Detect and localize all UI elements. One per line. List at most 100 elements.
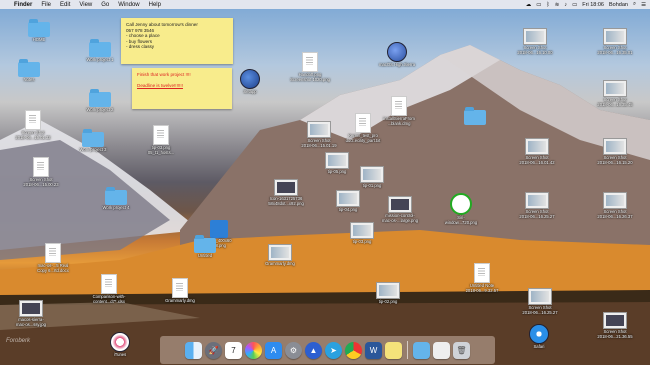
desktop-file-mission-control[interactable]: mission-control- mac-os-...large.png (377, 196, 423, 224)
menu-view[interactable]: View (79, 2, 92, 8)
icon-label: tip-03.png (352, 239, 372, 244)
menu-bar: Finder File Edit View Go Window Help ☁ ▭… (0, 0, 650, 9)
desktop-file-screenshot-r4[interactable]: Screen Shot 2018-06...16.01.42 (514, 138, 560, 166)
menu-edit[interactable]: Edit (60, 2, 70, 8)
word-icon[interactable]: W (365, 341, 382, 359)
menubar-user[interactable]: Bohdan (609, 2, 628, 8)
setapp-dock-icon[interactable]: ▲ (305, 341, 322, 359)
desktop-file-screenshot-1[interactable]: Screen Shot 2018-06...15.01.32 (10, 110, 56, 141)
battery-icon[interactable]: ▭ (572, 2, 577, 8)
desktop-app-safari[interactable]: Safari (516, 324, 562, 350)
airplay-icon[interactable]: ▭ (536, 2, 541, 8)
status-area: ☁ ▭ ᛒ ≋ ♪ ▭ Fri 18:06 Bohdan ⌕ ☰ (526, 0, 646, 9)
icon-label: Work project 3 (79, 147, 107, 152)
image-file-icon (350, 222, 374, 239)
sticky-note-dinner[interactable]: Call Jenny about tomorrow's dinner 057 9… (121, 18, 233, 64)
image-file-icon (603, 312, 627, 329)
icon-label: Screen Shot 2018-06...16.10.00 (517, 45, 553, 55)
icon-label: tip-03.png 05_t1_hosts... (147, 145, 175, 155)
sticky-note-work[interactable]: Finish that work project !!!! Deadline i… (132, 68, 232, 109)
trash-icon[interactable]: 🗑 (453, 341, 470, 359)
icon-label: Icon-1631725736 58x48dot...x92.png (268, 196, 304, 206)
system-preferences-icon[interactable]: ⚙ (285, 341, 302, 359)
desktop-file-screenshot-r9[interactable]: Screen Shot 2018-06...21.36.55 (592, 312, 638, 340)
desktop-app-setapp[interactable]: Setapp (227, 69, 273, 95)
desktop-folder-notes[interactable]: Notes (6, 59, 52, 83)
desktop-folder-untitled[interactable]: Untitled (182, 235, 228, 259)
desktop-folder-work-1[interactable]: Work project 1 (77, 39, 123, 63)
launchpad-icon[interactable]: 🚀 (205, 341, 222, 359)
bluetooth-icon[interactable]: ᛒ (546, 2, 549, 8)
calendar-icon[interactable]: 7 (225, 341, 242, 359)
icon-label: iTunes (113, 352, 127, 357)
desktop-file-doc[interactable]: tip-03.png 05_t1_hosts... (138, 125, 184, 156)
icon-label: Comparison-with- content...d7*.xlsx (92, 294, 126, 304)
desktop-file-xlsx[interactable]: Comparison-with- content...d7*.xlsx (86, 274, 132, 305)
image-file-icon (336, 190, 360, 207)
desktop-folder-home[interactable]: HOME (16, 19, 62, 43)
folder-icon (105, 187, 127, 205)
desktop-file-untitled-note[interactable]: Untitled Note 2018-06...9.32.57 (459, 263, 505, 294)
document-icon (391, 96, 407, 116)
desktop-file-mac-jpg[interactable]: macos-sierra- mac-os...ssy.jpg (8, 300, 54, 328)
icon-label: Screen Shot 2018-06...16.15.20 (597, 155, 633, 165)
desktop-file-screenshot-tip[interactable]: Screen Shot 2018-06...15.01.19 (296, 121, 342, 149)
desktop-app-itunes[interactable]: iTunes (97, 332, 143, 358)
image-file-icon (603, 28, 627, 45)
desktop-file-screenshot-r1[interactable]: Screen Shot 2018-06...16.10.00 (512, 28, 558, 56)
image-file-icon (603, 138, 627, 155)
icon-label: Grammarly.dmg (265, 261, 295, 266)
desktop-file-screenshot-r8[interactable]: Screen Shot 2018-06...16.25.27 (517, 288, 563, 316)
desktop-file-siri[interactable]: Siri- window...720.png (438, 193, 484, 226)
menu-window[interactable]: Window (118, 2, 139, 8)
menu-file[interactable]: File (41, 2, 51, 8)
downloads-folder-icon[interactable] (413, 341, 430, 359)
desktop-file-pages[interactable]: Grammarly.dmg (257, 244, 303, 267)
app-store-icon[interactable]: A (265, 341, 282, 359)
desktop-folder-work-2[interactable]: Work project 2 (77, 89, 123, 113)
desktop-file-kernel[interactable]: Kernel_test_pro duct.ecility_part.txt (340, 113, 386, 144)
menu-finder[interactable]: Finder (14, 2, 32, 8)
menu-help[interactable]: Help (149, 2, 161, 8)
documents-stack-icon[interactable] (433, 341, 450, 359)
desktop-file-screenshot-r7[interactable]: Screen Shot 2018-06...16.26.37 (592, 192, 638, 220)
desktop-file-grammarly[interactable]: Grammarly.dmg (157, 278, 203, 304)
wifi-icon[interactable]: ≋ (555, 2, 560, 8)
desktop-folder-work-3[interactable]: Work project 3 (70, 129, 116, 153)
notification-center-icon[interactable]: ☰ (641, 2, 646, 8)
desktop-file-screenshot-r3[interactable]: Screen Shot 2018-06...16.35.45 (592, 80, 638, 108)
setapp-icon (240, 69, 260, 89)
desktop-file-screenshot-r2[interactable]: Screen Shot 2018-06...16.35.01 (592, 28, 638, 56)
menu-go[interactable]: Go (101, 2, 109, 8)
icon-label: Screen Shot 2018-06...16.01.42 (519, 155, 555, 165)
desktop-file-tip-01[interactable]: tip-01.png (349, 166, 395, 189)
menubar-clock[interactable]: Fri 18:06 (582, 2, 604, 8)
telegram-icon[interactable]: ➤ (325, 341, 342, 359)
desktop-file-tip-02[interactable]: tip-02.png (365, 282, 411, 305)
spotlight-icon[interactable]: ⌕ (633, 1, 636, 8)
desktop-folder-work-4[interactable]: Work project 4 (93, 187, 139, 211)
folder-icon (89, 39, 111, 57)
desktop-file-word[interactable]: mac-os-...5 Real Copy 6...rtd.docx (30, 243, 76, 274)
chrome-icon[interactable] (345, 341, 362, 359)
sticky-line: - dress classy (126, 44, 155, 50)
desktop-file-screenshot-r6[interactable]: Screen Shot 2018-06...16.25.27 (514, 192, 560, 220)
cloud-icon[interactable]: ☁ (526, 2, 532, 8)
stickies-icon[interactable] (385, 341, 402, 359)
icon-label: Handoff.png Screenshot 1020.png (290, 72, 330, 82)
desktop-file-pdf[interactable]: Screen Shot 2018-06...15.00.23 (18, 157, 64, 188)
desktop-folder-blue[interactable] (452, 107, 498, 125)
desktop-file-handoff[interactable]: Handoff.png Screenshot 1020.png (287, 52, 333, 83)
desktop-file-tip-03[interactable]: tip-03.png (339, 222, 385, 245)
photos-icon[interactable] (245, 341, 262, 359)
desktop-file-icon-png[interactable]: Icon-1631725736 58x48dot...x92.png (263, 179, 309, 207)
safari-icon (529, 324, 549, 344)
volume-icon[interactable]: ♪ (564, 2, 567, 8)
desktop-file-tip-04[interactable]: tip-04.png (325, 190, 371, 213)
icon-label: HOME (32, 37, 46, 42)
image-file-icon (19, 300, 43, 317)
desktop-file-screenshot-r5[interactable]: Screen Shot 2018-06...16.15.20 (592, 138, 638, 166)
desktop-app-setapp-2[interactable]: macOS.High.Sierra (374, 42, 420, 68)
finder-icon[interactable] (185, 341, 202, 359)
image-file-icon (528, 288, 552, 305)
